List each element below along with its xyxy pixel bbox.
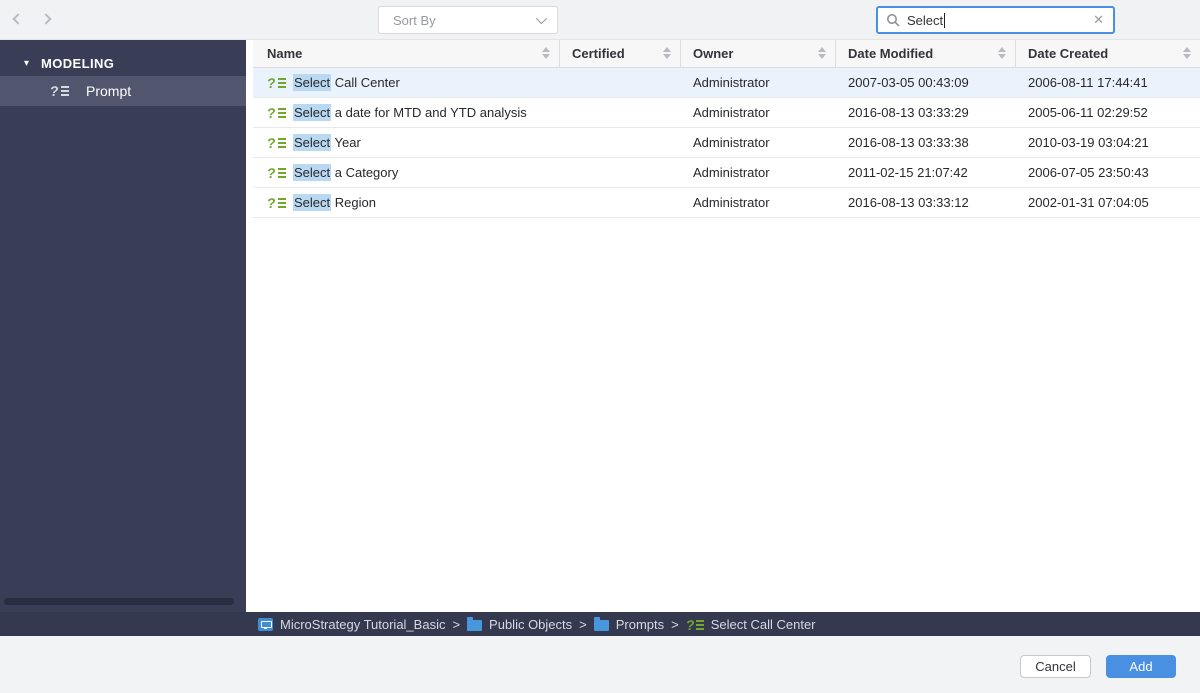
name-cell: ? Select Year <box>253 128 560 157</box>
date-created-cell: 2006-08-11 17:44:41 <box>1016 68 1200 97</box>
column-header-date-modified[interactable]: Date Modified <box>836 40 1016 67</box>
object-table: Name Certified Owner Date Modified Date … <box>253 40 1200 612</box>
chevron-down-icon <box>536 13 547 24</box>
breadcrumb-item-public-objects[interactable]: Public Objects <box>467 617 572 632</box>
search-input[interactable]: Select ✕ <box>876 6 1115 34</box>
sort-icon[interactable] <box>1183 47 1191 59</box>
sort-by-label: Sort By <box>393 13 436 28</box>
search-icon <box>886 13 900 27</box>
prompt-icon: ? <box>267 75 285 90</box>
sort-icon[interactable] <box>998 47 1006 59</box>
table-header: Name Certified Owner Date Modified Date … <box>253 40 1200 68</box>
cancel-button[interactable]: Cancel <box>1020 655 1091 678</box>
certified-cell <box>560 68 681 97</box>
prompt-icon: ? <box>267 165 285 180</box>
prompt-icon: ? <box>50 84 68 99</box>
sidebar-section-modeling[interactable]: ▾ MODELING <box>0 48 246 78</box>
name-cell: ? Select Region <box>253 188 560 217</box>
date-modified-cell: 2011-02-15 21:07:42 <box>836 158 1016 187</box>
collapse-triangle-icon: ▾ <box>24 58 29 69</box>
sidebar-item-prompt[interactable]: ? Prompt <box>0 76 246 106</box>
search-match-highlight: Select <box>293 104 331 121</box>
top-toolbar: Sort By Select ✕ <box>0 0 1200 40</box>
date-created-cell: 2010-03-19 03:04:21 <box>1016 128 1200 157</box>
dialog-footer: Cancel Add <box>0 636 1200 693</box>
certified-cell <box>560 128 681 157</box>
forward-icon[interactable] <box>42 14 54 26</box>
folder-icon <box>594 620 609 631</box>
search-match-highlight: Select <box>293 164 331 181</box>
date-created-cell: 2006-07-05 23:50:43 <box>1016 158 1200 187</box>
folder-icon <box>467 620 482 631</box>
breadcrumb-separator: > <box>579 617 587 632</box>
name-cell: ? Select a date for MTD and YTD analysis <box>253 98 560 127</box>
certified-cell <box>560 188 681 217</box>
owner-cell: Administrator <box>681 128 836 157</box>
prompt-icon: ? <box>267 135 285 150</box>
name-cell: ? Select Call Center <box>253 68 560 97</box>
project-icon <box>258 618 273 631</box>
column-header-certified[interactable]: Certified <box>560 40 681 67</box>
sidebar: ▾ MODELING ? Prompt <box>0 40 246 612</box>
date-created-cell: 2002-01-31 07:04:05 <box>1016 188 1200 217</box>
name-cell: ? Select a Category <box>253 158 560 187</box>
column-header-owner[interactable]: Owner <box>681 40 836 67</box>
column-header-date-created[interactable]: Date Created <box>1016 40 1200 67</box>
sort-icon[interactable] <box>542 47 550 59</box>
date-created-cell: 2005-06-11 02:29:52 <box>1016 98 1200 127</box>
text-cursor <box>944 13 945 28</box>
clear-search-icon[interactable]: ✕ <box>1093 12 1104 28</box>
prompt-icon: ? <box>267 195 285 210</box>
breadcrumb-separator: > <box>452 617 460 632</box>
sidebar-section-label: MODELING <box>41 56 114 71</box>
owner-cell: Administrator <box>681 158 836 187</box>
sort-icon[interactable] <box>818 47 826 59</box>
owner-cell: Administrator <box>681 68 836 97</box>
add-button[interactable]: Add <box>1106 655 1176 678</box>
date-modified-cell: 2016-08-13 03:33:38 <box>836 128 1016 157</box>
search-match-highlight: Select <box>293 134 331 151</box>
search-value: Select <box>907 13 943 28</box>
table-row[interactable]: ? Select a Category Administrator 2011-0… <box>253 158 1200 188</box>
breadcrumb-item-selected-object: ? Select Call Center <box>686 616 816 632</box>
owner-cell: Administrator <box>681 188 836 217</box>
search-match-highlight: Select <box>293 194 331 211</box>
table-row[interactable]: ? Select Year Administrator 2016-08-13 0… <box>253 128 1200 158</box>
prompt-icon: ? <box>267 105 285 120</box>
sidebar-item-label: Prompt <box>86 83 131 99</box>
breadcrumb: MicroStrategy Tutorial_Basic > Public Ob… <box>0 612 1200 636</box>
certified-cell <box>560 98 681 127</box>
search-match-highlight: Select <box>293 74 331 91</box>
date-modified-cell: 2016-08-13 03:33:12 <box>836 188 1016 217</box>
certified-cell <box>560 158 681 187</box>
object-browser-dialog: Sort By Select ✕ ▾ MODELING ? Prompt <box>0 0 1200 693</box>
breadcrumb-item-project[interactable]: MicroStrategy Tutorial_Basic <box>258 617 445 632</box>
sidebar-horizontal-scrollbar[interactable] <box>4 598 234 605</box>
table-row[interactable]: ? Select a date for MTD and YTD analysis… <box>253 98 1200 128</box>
breadcrumb-separator: > <box>671 617 679 632</box>
date-modified-cell: 2007-03-05 00:43:09 <box>836 68 1016 97</box>
breadcrumb-item-prompts[interactable]: Prompts <box>594 617 664 632</box>
sort-by-dropdown[interactable]: Sort By <box>378 6 558 34</box>
prompt-icon: ? <box>686 617 704 632</box>
table-row[interactable]: ? Select Region Administrator 2016-08-13… <box>253 188 1200 218</box>
back-icon[interactable] <box>12 14 24 26</box>
date-modified-cell: 2016-08-13 03:33:29 <box>836 98 1016 127</box>
owner-cell: Administrator <box>681 98 836 127</box>
sort-icon[interactable] <box>663 47 671 59</box>
column-header-name[interactable]: Name <box>253 40 560 67</box>
table-row[interactable]: ? Select Call Center Administrator 2007-… <box>253 68 1200 98</box>
